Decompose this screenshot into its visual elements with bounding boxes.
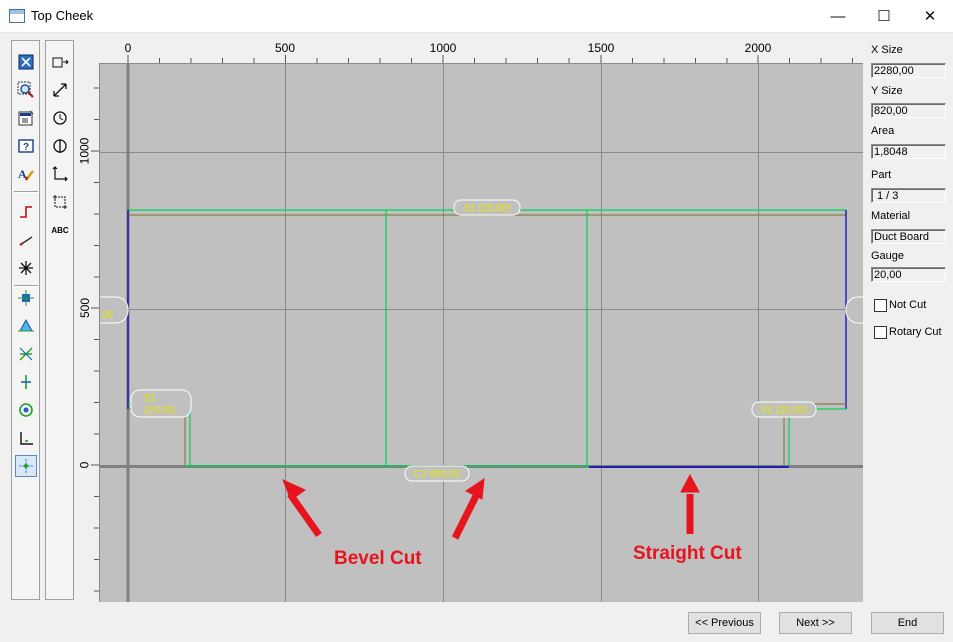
gauge-field: 20,00 <box>871 267 946 282</box>
y-size-label: Y Size <box>871 85 903 97</box>
vertical-node-icon[interactable] <box>15 371 37 393</box>
text-style-icon[interactable]: A <box>15 163 37 185</box>
rotate-vertical-icon[interactable] <box>49 135 71 157</box>
bevel-arrow-right-head <box>465 477 485 500</box>
drawing-canvas[interactable]: S1 (20,00) S1 (20,00) S1 (20,00) C2 600,… <box>100 64 863 602</box>
ruler-corner <box>75 40 100 63</box>
zoom-window-icon[interactable] <box>15 79 37 101</box>
material-label: Material <box>871 210 911 222</box>
next-button[interactable]: Next >> <box>779 612 852 634</box>
bevel-arrow-left-head <box>282 479 306 501</box>
abc-text-icon[interactable]: ABC <box>49 219 71 241</box>
ruler-y-label: 1000 <box>77 137 92 165</box>
x-size-label: X Size <box>871 44 903 56</box>
toolbar-left: ? A <box>11 40 40 600</box>
ruler-y-label: 0 <box>77 461 92 469</box>
bevel-arrow-right <box>451 492 481 540</box>
left-edge-label: 00 <box>102 310 114 321</box>
window-title: Top Cheek <box>31 8 94 23</box>
circle-node-icon[interactable] <box>15 399 37 421</box>
dimension-icon[interactable] <box>49 191 71 213</box>
app-icon <box>9 9 25 23</box>
resize-diagonal-icon[interactable] <box>49 79 71 101</box>
straight-arrow-head <box>680 473 700 493</box>
ruler-x-label: 1000 <box>429 41 457 55</box>
properties-icon[interactable] <box>15 107 37 129</box>
left-seam-label: S1 <box>144 393 157 404</box>
maximize-button[interactable]: ☐ <box>861 0 907 32</box>
cross-icon[interactable] <box>15 257 37 279</box>
top-seam-label: S1 (20,00) <box>464 203 511 214</box>
node-blue-icon[interactable] <box>15 287 37 309</box>
end-button[interactable]: End <box>871 612 944 634</box>
bevel-arrow-left <box>287 491 322 538</box>
node-triangle-icon[interactable] <box>15 315 37 337</box>
ruler-x-label: 1500 <box>587 41 615 55</box>
svg-text:?: ? <box>23 142 29 153</box>
rotary-cut-checkbox[interactable] <box>874 326 887 339</box>
drawing-svg: S1 (20,00) S1 (20,00) S1 (20,00) C2 600,… <box>100 64 863 602</box>
y-size-field: 820,00 <box>871 103 946 118</box>
part-label: Part <box>871 169 892 181</box>
axis-icon[interactable] <box>49 163 71 185</box>
x-size-field: 2280,00 <box>871 63 946 78</box>
corner-icon[interactable] <box>15 427 37 449</box>
title-bar: Top Cheek — ☐ ✕ <box>0 0 953 33</box>
part-field: 1 / 3 <box>871 188 946 203</box>
rotary-cut-label[interactable]: Rotary Cut <box>889 326 942 338</box>
previous-button[interactable]: << Previous <box>688 612 761 634</box>
not-cut-label[interactable]: Not Cut <box>889 299 926 311</box>
help-icon[interactable]: ? <box>15 135 37 157</box>
fit-view-icon[interactable] <box>15 51 37 73</box>
bevel-cut-annotation: Bevel Cut <box>334 548 422 569</box>
ruler-y-label: 500 <box>78 297 93 319</box>
diagonal-line-icon[interactable] <box>15 229 37 251</box>
minimize-button[interactable]: — <box>815 0 861 32</box>
ruler-x-label: 2000 <box>744 41 772 55</box>
toolbar-right: ABC <box>45 40 74 600</box>
annotation-arrows <box>282 473 700 540</box>
gauge-label: Gauge <box>871 250 905 262</box>
left-seam-value: (20,00) <box>144 405 176 416</box>
bottom-cut-label: C2 600,00 <box>414 469 461 480</box>
area-field: 1,8048 <box>871 144 946 159</box>
close-button[interactable]: ✕ <box>907 0 953 32</box>
ruler-x-label: 500 <box>274 41 296 55</box>
ruler-left: 1000 500 0 <box>75 63 100 602</box>
straight-cut-annotation: Straight Cut <box>633 543 742 564</box>
rotate-clockwise-icon[interactable] <box>49 107 71 129</box>
not-cut-checkbox[interactable] <box>874 299 887 312</box>
resize-horizontal-icon[interactable] <box>49 51 71 73</box>
area-label: Area <box>871 125 895 137</box>
right-seam-label: S1 (20,00) <box>761 405 808 416</box>
material-field: Duct Board <box>871 229 946 244</box>
ruler-x-label: 0 <box>124 41 132 55</box>
ruler-top: 0 500 1000 1500 2000 <box>100 40 863 64</box>
step-line-icon[interactable] <box>15 201 37 223</box>
snap-point-icon[interactable] <box>15 455 37 477</box>
intersect-icon[interactable] <box>15 343 37 365</box>
